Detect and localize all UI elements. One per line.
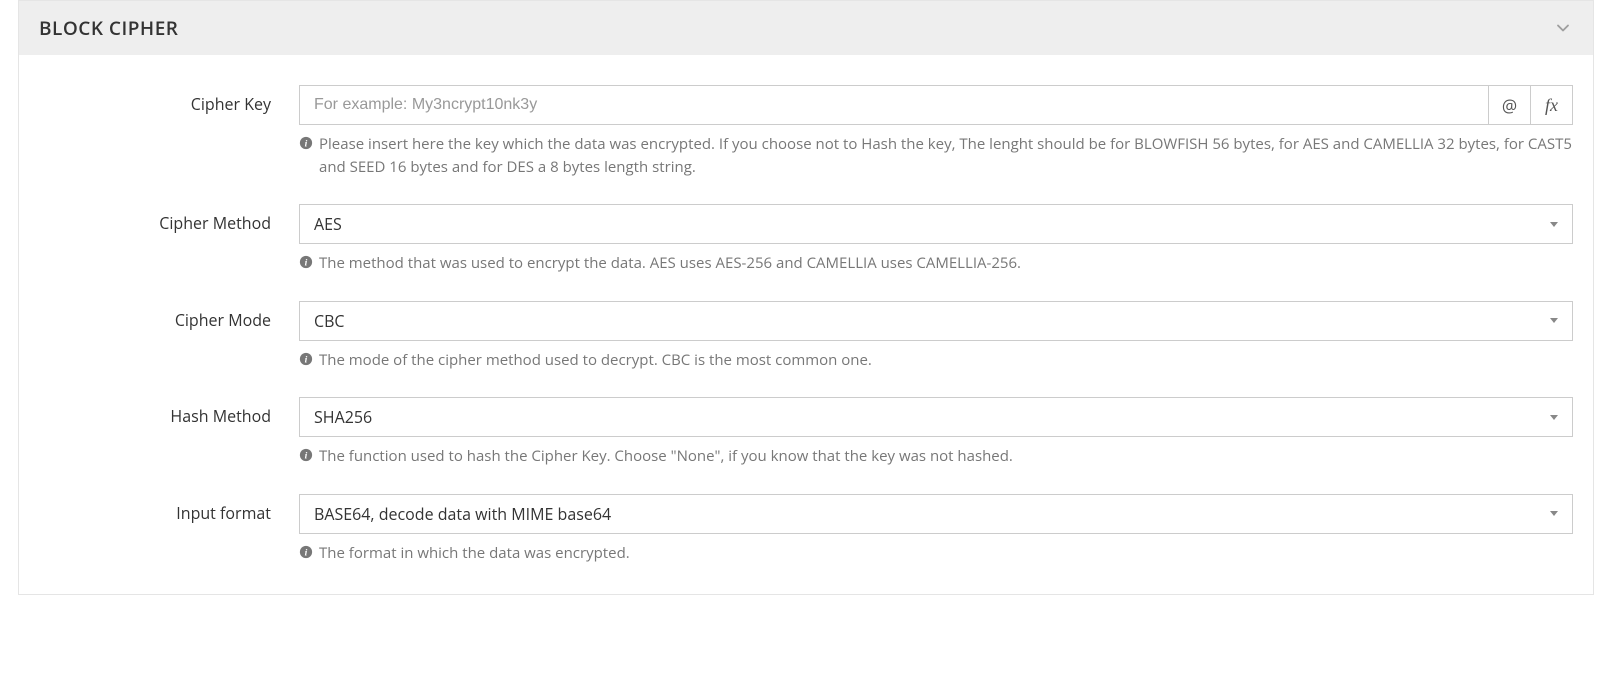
help-input-format: i The format in which the data was encry… xyxy=(299,542,1573,565)
hash-method-select[interactable]: SHA256 xyxy=(299,397,1573,437)
select-value: AES xyxy=(314,213,342,235)
info-icon: i xyxy=(299,252,313,275)
help-text: The format in which the data was encrypt… xyxy=(319,542,630,565)
help-text: The function used to hash the Cipher Key… xyxy=(319,445,1013,468)
help-cipher-key: i Please insert here the key which the d… xyxy=(299,133,1573,178)
cipher-method-select[interactable]: AES xyxy=(299,204,1573,244)
panel-header[interactable]: BLOCK CIPHER xyxy=(19,1,1593,55)
cipher-mode-select[interactable]: CBC xyxy=(299,301,1573,341)
help-text: The mode of the cipher method used to de… xyxy=(319,349,872,372)
label-cipher-method: Cipher Method xyxy=(39,204,299,234)
caret-down-icon xyxy=(1550,318,1558,323)
select-value: SHA256 xyxy=(314,406,372,428)
row-input-format: Input format BASE64, decode data with MI… xyxy=(39,494,1573,565)
block-cipher-panel: BLOCK CIPHER Cipher Key @ fx xyxy=(18,0,1594,595)
info-icon: i xyxy=(299,542,313,565)
help-text: The method that was used to encrypt the … xyxy=(319,252,1021,275)
label-hash-method: Hash Method xyxy=(39,397,299,427)
fx-icon: fx xyxy=(1545,95,1558,116)
info-icon: i xyxy=(299,349,313,372)
row-cipher-mode: Cipher Mode CBC i The mode of the cipher… xyxy=(39,301,1573,372)
row-hash-method: Hash Method SHA256 i The function used t… xyxy=(39,397,1573,468)
info-icon: i xyxy=(299,445,313,468)
svg-text:i: i xyxy=(305,139,308,150)
label-cipher-key: Cipher Key xyxy=(39,85,299,115)
select-value: BASE64, decode data with MIME base64 xyxy=(314,503,611,525)
select-value: CBC xyxy=(314,310,345,332)
fx-button[interactable]: fx xyxy=(1531,85,1573,125)
svg-text:i: i xyxy=(305,354,308,365)
help-cipher-mode: i The mode of the cipher method used to … xyxy=(299,349,1573,372)
help-text: Please insert here the key which the dat… xyxy=(319,133,1573,178)
input-format-select[interactable]: BASE64, decode data with MIME base64 xyxy=(299,494,1573,534)
label-input-format: Input format xyxy=(39,494,299,524)
svg-text:i: i xyxy=(305,547,308,558)
row-cipher-method: Cipher Method AES i The method that was … xyxy=(39,204,1573,275)
help-cipher-method: i The method that was used to encrypt th… xyxy=(299,252,1573,275)
label-cipher-mode: Cipher Mode xyxy=(39,301,299,331)
panel-body: Cipher Key @ fx i xyxy=(19,55,1593,564)
caret-down-icon xyxy=(1550,511,1558,516)
panel-title: BLOCK CIPHER xyxy=(39,15,178,41)
info-icon: i xyxy=(299,133,313,178)
caret-down-icon xyxy=(1550,222,1558,227)
svg-text:i: i xyxy=(305,451,308,462)
chevron-down-icon xyxy=(1553,18,1573,38)
row-cipher-key: Cipher Key @ fx i xyxy=(39,85,1573,178)
caret-down-icon xyxy=(1550,415,1558,420)
at-sign-icon: @ xyxy=(1502,94,1517,117)
svg-text:i: i xyxy=(305,258,308,269)
cipher-key-input[interactable] xyxy=(299,85,1489,125)
at-sign-button[interactable]: @ xyxy=(1489,85,1531,125)
help-hash-method: i The function used to hash the Cipher K… xyxy=(299,445,1573,468)
